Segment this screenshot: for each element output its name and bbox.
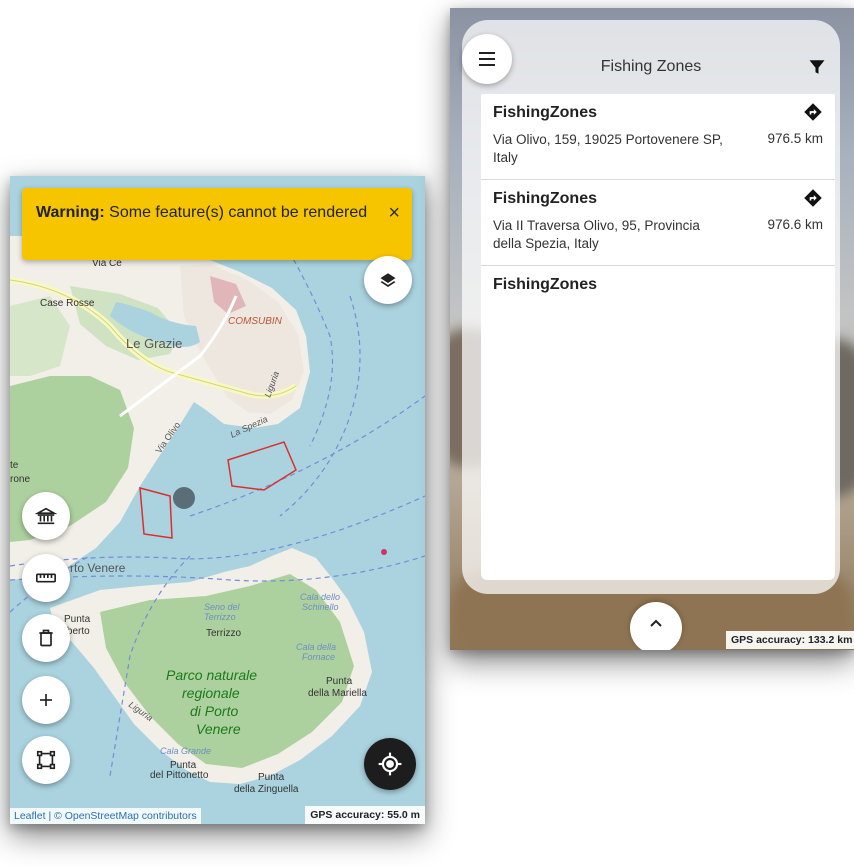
list-screen: Fishing Zones FishingZones Via Olivo, 15… — [450, 8, 854, 650]
map-label: rto Venere — [70, 561, 126, 575]
map-label: Venere — [196, 721, 241, 737]
locate-button[interactable] — [364, 738, 416, 790]
map-screen: Via Ce Case Rosse Le Grazie COMSUBIN Via… — [10, 176, 425, 824]
map-label: Cala dello — [300, 592, 340, 602]
list-item[interactable]: FishingZones — [481, 266, 835, 306]
item-distance: 976.5 km — [767, 131, 823, 146]
item-title: FishingZones — [493, 104, 597, 121]
gps-accuracy: GPS accuracy: 133.2 km — [726, 631, 854, 649]
map-label: della Zinguella — [234, 784, 299, 795]
museum-icon — [35, 507, 57, 525]
map-label: Case Rosse — [40, 298, 95, 309]
zoom-in-button[interactable] — [22, 676, 70, 724]
map-label: Punta — [326, 676, 353, 687]
trash-icon — [39, 629, 53, 647]
map-label: Terrizzo — [206, 628, 241, 639]
map-label: del Pittonetto — [150, 770, 209, 781]
close-icon[interactable]: × — [388, 202, 400, 224]
item-address: Via Olivo, 159, 19025 Portovenere SP, It… — [493, 132, 723, 165]
expand-button[interactable] — [630, 602, 682, 650]
map-label: Terrizzo — [204, 612, 236, 622]
map-label: Schinello — [302, 602, 339, 612]
directions-icon[interactable] — [803, 188, 823, 208]
item-distance: 976.6 km — [767, 217, 823, 232]
museum-button[interactable] — [22, 492, 70, 540]
layers-button[interactable] — [364, 256, 412, 304]
item-title: FishingZones — [493, 276, 597, 293]
map-label: Parco naturale — [166, 667, 257, 683]
map-label: Punta — [258, 772, 285, 783]
delete-button[interactable] — [22, 614, 70, 662]
map-label: di Porto — [190, 703, 238, 719]
measure-button[interactable] — [22, 554, 70, 602]
warning-toast: Warning: Some feature(s) cannot be rende… — [22, 188, 412, 260]
layers-icon — [380, 273, 396, 287]
map-label: COMSUBIN — [228, 316, 283, 327]
map-label: Le Grazie — [126, 336, 182, 351]
item-title: FishingZones — [493, 190, 597, 207]
list-item[interactable]: FishingZones Via II Traversa Olivo, 95, … — [481, 180, 835, 266]
plus-icon — [40, 694, 52, 706]
chevron-up-icon — [650, 619, 662, 627]
locate-icon — [378, 752, 402, 776]
draw-polygon-button[interactable] — [22, 736, 70, 784]
map-label: te — [10, 460, 19, 471]
page-title: Fishing Zones — [600, 58, 702, 75]
map-label: Cala della — [296, 642, 336, 652]
zones-panel: Fishing Zones FishingZones Via Olivo, 15… — [462, 20, 840, 594]
map-label: Seno del — [204, 602, 241, 612]
map-attribution[interactable]: Leaflet | © OpenStreetMap contributors — [10, 808, 201, 824]
warning-label: Warning: — [36, 204, 105, 221]
filter-button[interactable] — [808, 58, 826, 81]
zones-list: FishingZones Via Olivo, 159, 19025 Porto… — [481, 94, 835, 580]
ruler-icon — [36, 573, 56, 583]
panel-header: Fishing Zones — [462, 20, 840, 94]
map-label: rone — [10, 474, 30, 485]
filter-icon — [809, 60, 825, 74]
map-label: regionale — [182, 685, 240, 701]
warning-message: Some feature(s) cannot be rendered — [104, 204, 368, 221]
gps-accuracy: GPS accuracy: 55.0 m — [305, 806, 425, 824]
map-canvas[interactable]: Via Ce Case Rosse Le Grazie COMSUBIN Via… — [10, 176, 425, 824]
item-address: Via II Traversa Olivo, 95, Provincia del… — [493, 218, 700, 251]
map-label: Cala Grande — [160, 746, 211, 756]
map-label: della Mariella — [308, 688, 367, 699]
list-item[interactable]: FishingZones Via Olivo, 159, 19025 Porto… — [481, 94, 835, 180]
map-label: Fornace — [302, 652, 335, 662]
polygon-draw-icon — [36, 750, 56, 770]
map-label: Punta — [64, 614, 91, 625]
directions-icon[interactable] — [803, 102, 823, 122]
